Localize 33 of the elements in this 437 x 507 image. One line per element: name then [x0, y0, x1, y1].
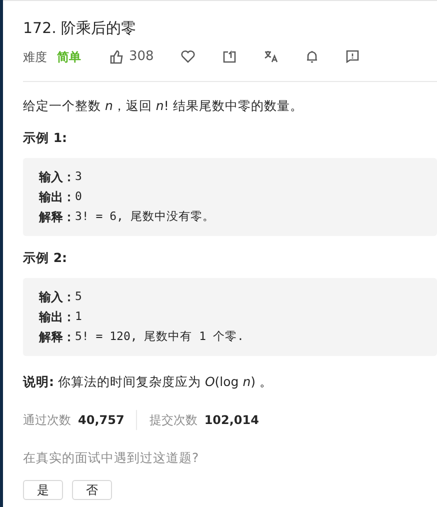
example-label: 输出： [39, 188, 75, 206]
bell-icon[interactable] [306, 50, 318, 64]
interview-question: 在真实的面试中遇到过这道题? [23, 448, 200, 466]
example-label: 解释： [39, 328, 75, 346]
thumbs-up-icon[interactable] [110, 50, 124, 64]
stat-label: 提交次数 [149, 412, 198, 428]
example-value: 3 [75, 168, 82, 185]
example-heading: 示例 2: [23, 248, 68, 266]
problem-description: 给定一个整数 n，返回 n! 结果尾数中零的数量。 [23, 96, 304, 114]
answer-button[interactable]: 否 [72, 480, 112, 500]
stat-value: 102,014 [204, 412, 259, 428]
example-heading: 示例 1: [23, 128, 68, 146]
example-label: 输出： [39, 308, 75, 326]
comment-icon[interactable] [346, 50, 359, 64]
difficulty-value: 简单 [57, 48, 81, 66]
translate-icon[interactable] [264, 50, 278, 64]
example-value: 5 [75, 288, 82, 305]
example-label: 输入： [39, 288, 75, 306]
example-value: 1 [75, 308, 82, 325]
example-value: 5! = 120, 尾数中有 1 个零. [75, 328, 244, 345]
stat-label: 通过次数 [23, 412, 71, 428]
example-label: 输入： [39, 168, 75, 186]
answer-button[interactable]: 是 [23, 480, 63, 500]
example-label: 解释： [39, 208, 75, 226]
difficulty-label: 难度 [23, 48, 47, 66]
stat-value: 40,757 [78, 412, 124, 428]
note-text: 说明: 你算法的时间复杂度应为 O(log n) 。 [23, 372, 274, 391]
share-icon[interactable] [222, 50, 236, 64]
problem-title: 172. 阶乘后的零 [23, 18, 138, 39]
example-value: 0 [75, 188, 82, 205]
heart-icon[interactable] [180, 50, 195, 64]
example-value: 3! = 6, 尾数中没有零。 [75, 208, 214, 225]
like-count: 308 [129, 48, 154, 66]
